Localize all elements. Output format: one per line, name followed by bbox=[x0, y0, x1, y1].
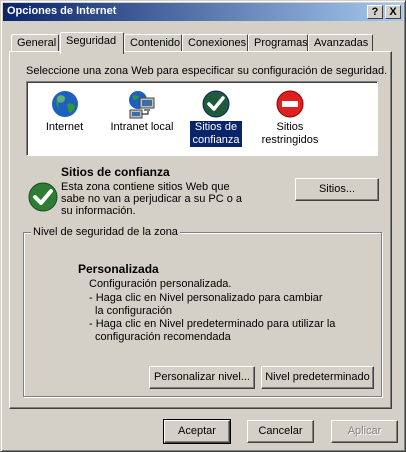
description-line: Esta zona contiene sitios Web que bbox=[61, 181, 230, 193]
help-button[interactable]: ? bbox=[367, 5, 383, 19]
zone-label: Intranet local bbox=[110, 121, 174, 133]
tab-contenido[interactable]: Contenido bbox=[124, 34, 182, 52]
level-description-line: - Haga clic en Nivel personalizado para … bbox=[89, 292, 323, 304]
zone-label: Sitios de confianza bbox=[189, 120, 243, 148]
selected-zone-name: Sitios de confianza bbox=[61, 165, 170, 179]
security-level-legend: Nivel de seguridad de la zona bbox=[31, 226, 180, 238]
level-description-line: la configuración bbox=[95, 305, 173, 317]
zone-label-line: Sitios de bbox=[194, 121, 238, 133]
level-description-line: configuración recomendada bbox=[95, 331, 231, 343]
globe-icon bbox=[51, 91, 78, 117]
default-level-button[interactable]: Nivel predeterminado bbox=[261, 366, 374, 389]
tab-seguridad[interactable]: Seguridad bbox=[60, 32, 124, 54]
tab-strip: General Seguridad Contenido Conexiones P… bbox=[11, 32, 391, 54]
window-title: Opciones de Internet bbox=[7, 5, 117, 17]
apply-button[interactable]: Aplicar bbox=[331, 420, 398, 443]
cancel-button[interactable]: Cancelar bbox=[247, 420, 314, 443]
zone-instruction: Seleccione una zona Web para especificar… bbox=[26, 65, 388, 77]
zone-label-line: confianza bbox=[192, 134, 240, 146]
local-intranet-icon bbox=[129, 91, 155, 119]
zone-label: Sitios restringidos bbox=[260, 121, 321, 147]
zone-label: Internet bbox=[45, 121, 84, 133]
tab-general[interactable]: General bbox=[11, 34, 59, 52]
tab-avanzadas[interactable]: Avanzadas bbox=[308, 34, 373, 52]
title-bar[interactable]: Opciones de Internet ? X bbox=[3, 3, 403, 21]
trusted-zone-check-icon bbox=[28, 182, 58, 212]
security-level-title: Personalizada bbox=[78, 262, 159, 276]
trusted-sites-check-icon bbox=[202, 90, 230, 118]
restricted-sites-icon bbox=[276, 90, 304, 118]
internet-options-dialog: Opciones de Internet ? X General Segurid… bbox=[0, 0, 406, 452]
zone-label-line: Sitios bbox=[276, 121, 304, 133]
ok-button[interactable]: Aceptar bbox=[163, 419, 231, 444]
tab-programas[interactable]: Programas bbox=[248, 34, 308, 52]
custom-level-button[interactable]: Personalizar nivel... bbox=[149, 366, 255, 389]
zone-label-line: restringidos bbox=[261, 134, 319, 146]
zone-restricted-sites[interactable]: Sitios restringidos bbox=[255, 88, 325, 147]
zone-trusted-sites[interactable]: Sitios de confianza bbox=[185, 88, 247, 148]
zone-internet[interactable]: Internet bbox=[37, 88, 92, 134]
level-description-line: - Haga clic en Nivel predeterminado para… bbox=[89, 318, 336, 330]
tab-conexiones[interactable]: Conexiones bbox=[182, 34, 248, 52]
description-line: su información. bbox=[61, 205, 136, 217]
sites-button[interactable]: Sitios... bbox=[295, 178, 379, 201]
level-description-line: Configuración personalizada. bbox=[89, 278, 232, 290]
description-line: sabe no van a perjudicar a su PC o a bbox=[61, 193, 243, 205]
selected-zone-description: Esta zona contiene sitios Web que sabe n… bbox=[61, 181, 271, 217]
zone-local-intranet[interactable]: Intranet local bbox=[107, 88, 177, 134]
zone-list[interactable]: Internet Intranet local Sitios de confia… bbox=[26, 81, 378, 156]
close-button[interactable]: X bbox=[385, 5, 401, 19]
